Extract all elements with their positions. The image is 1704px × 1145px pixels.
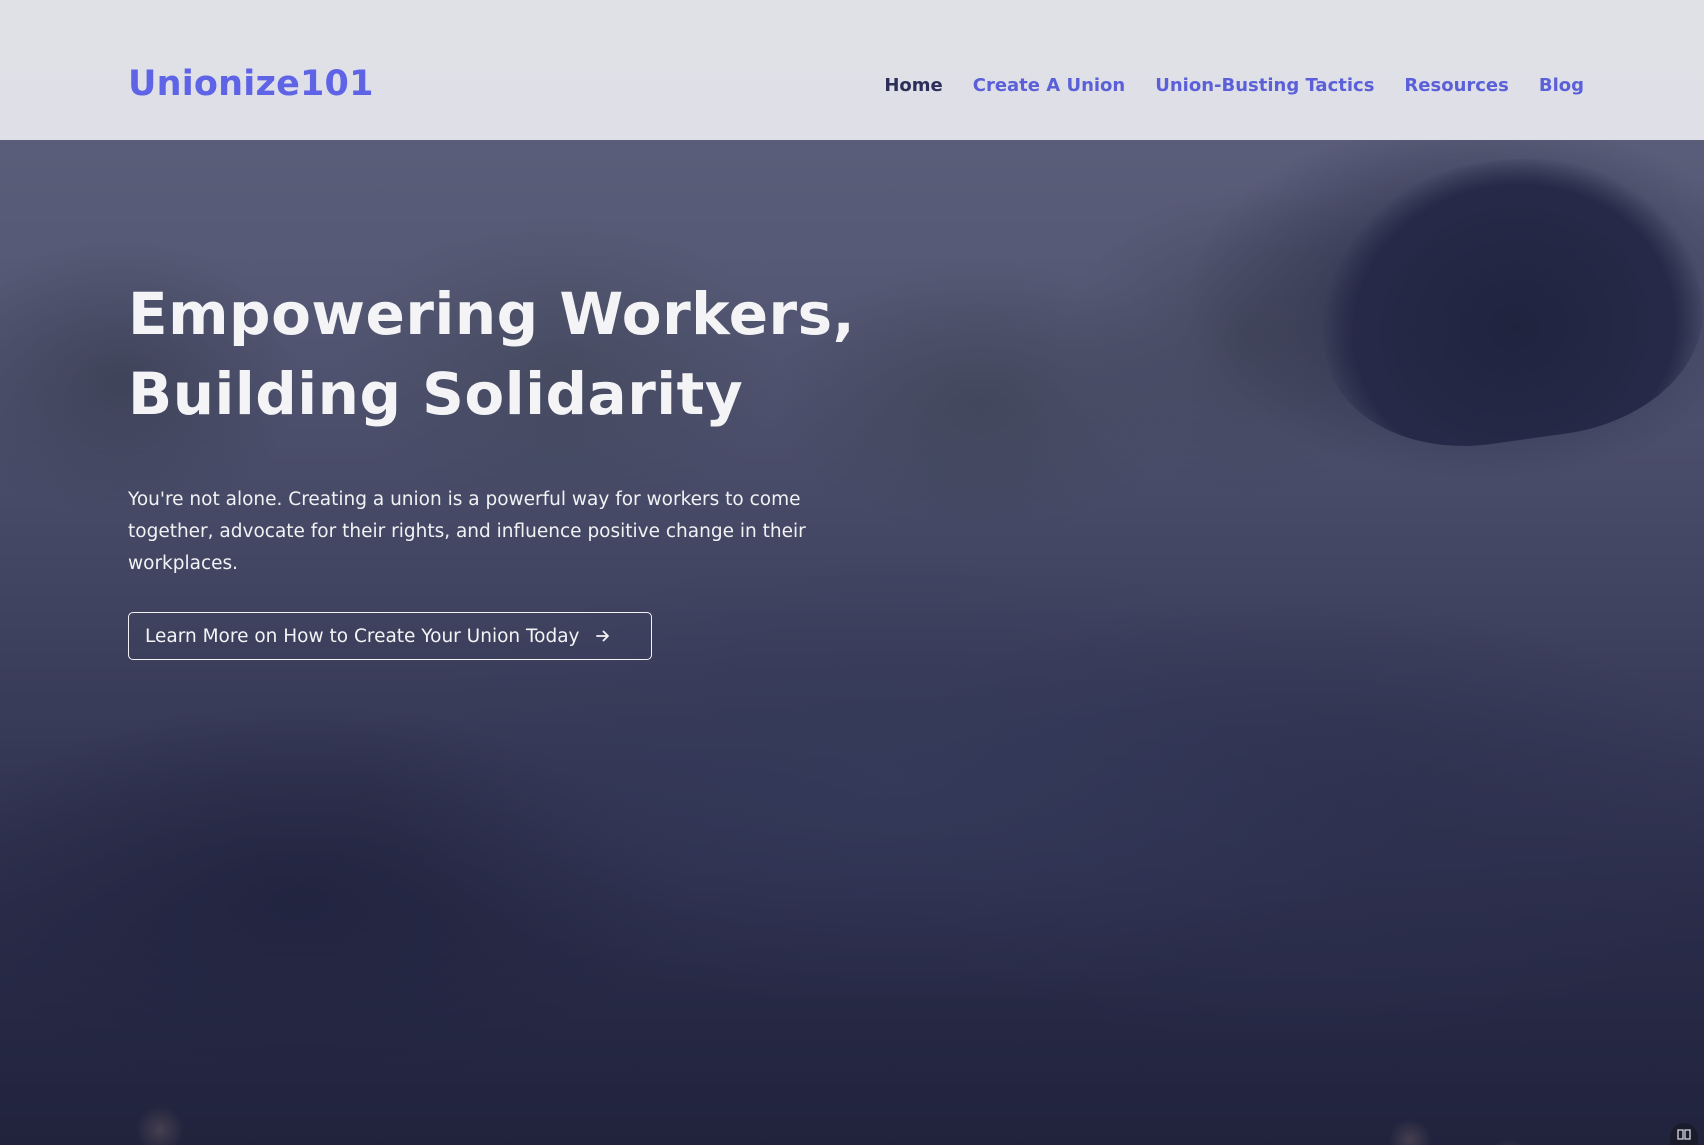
page: Unionize101 Home Create A Union Union-Bu… bbox=[0, 0, 1704, 1145]
hero-headline-line-1: Empowering Workers, bbox=[128, 280, 856, 348]
arrow-right-icon bbox=[595, 629, 610, 643]
learn-more-button-label: Learn More on How to Create Your Union T… bbox=[145, 625, 580, 647]
site-header: Unionize101 Home Create A Union Union-Bu… bbox=[0, 0, 1704, 140]
hero-headline: Empowering Workers, Building Solidarity bbox=[128, 274, 888, 434]
hero-intro-text: You're not alone. Creating a union is a … bbox=[128, 489, 806, 574]
nav-item-blog[interactable]: Blog bbox=[1539, 72, 1584, 100]
nav-item-home[interactable]: Home bbox=[884, 72, 942, 100]
reader-icon[interactable] bbox=[1670, 1123, 1698, 1145]
hero-headline-line-2: Building Solidarity bbox=[128, 360, 744, 428]
main-nav: Home Create A Union Union-Busting Tactic… bbox=[854, 72, 1584, 100]
nav-item-union-busting-tactics[interactable]: Union-Busting Tactics bbox=[1155, 72, 1374, 100]
nav-item-resources[interactable]: Resources bbox=[1404, 72, 1508, 100]
site-logo[interactable]: Unionize101 bbox=[128, 60, 374, 108]
learn-more-button[interactable]: Learn More on How to Create Your Union T… bbox=[128, 612, 652, 660]
nav-item-create-a-union[interactable]: Create A Union bbox=[973, 72, 1126, 100]
